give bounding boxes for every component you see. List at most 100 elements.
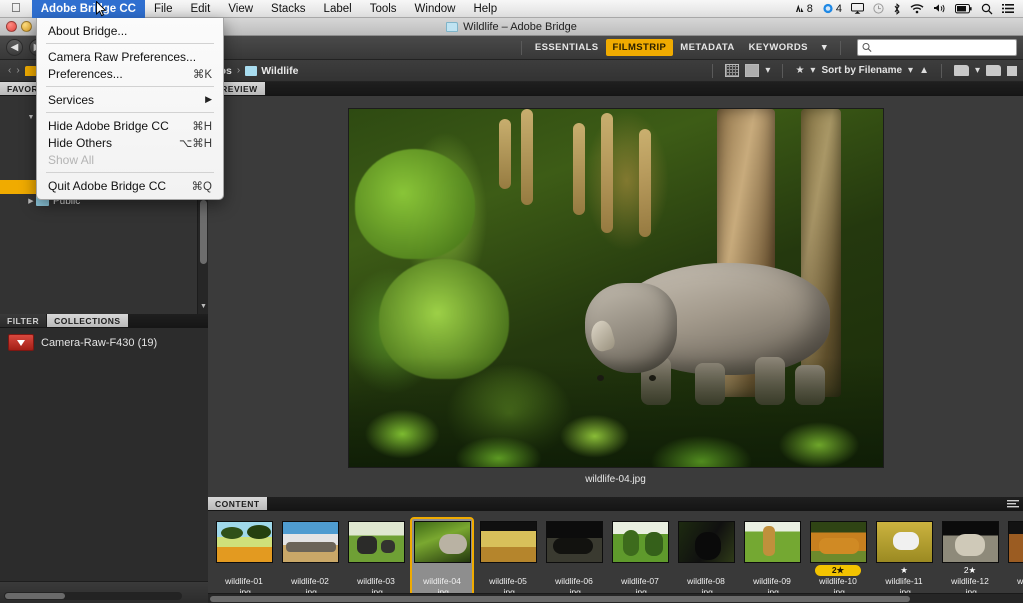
star-chevron-down-icon[interactable]: ▾: [810, 65, 815, 76]
menu-item-preferences[interactable]: Preferences... ⌘K: [37, 65, 223, 82]
menu-item-shortcut: ⌥⌘H: [178, 137, 212, 150]
thumbnail-wildlife-05[interactable]: wildlife-05 .jpg: [476, 517, 540, 593]
menu-item-hide-adobe-bridge-cc[interactable]: Hide Adobe Bridge CC ⌘H: [37, 117, 223, 134]
rhino-horn: [586, 318, 617, 354]
menu-stacks[interactable]: Stacks: [262, 0, 315, 18]
chevron-down-icon[interactable]: ▾: [815, 39, 834, 56]
preview-stage: wildlife-04.jpg: [208, 96, 1023, 497]
detail-view-icon[interactable]: [745, 64, 760, 77]
menu-separator: [46, 112, 214, 113]
panel-toggle-icon[interactable]: [1007, 65, 1017, 76]
rating-badge[interactable]: 2★: [964, 565, 976, 576]
thumbnail-wildlife-06[interactable]: wildlife-06 .jpg: [542, 517, 606, 593]
workspace-filmstrip[interactable]: FILMSTRIP: [605, 39, 674, 56]
new-folder-icon[interactable]: [986, 65, 1001, 76]
adobe-creative-cloud-icon[interactable]: 8: [794, 3, 813, 15]
breadcrumb-back-icon[interactable]: ‹: [8, 65, 11, 76]
workspace-divider: [520, 40, 522, 55]
wifi-icon[interactable]: [910, 3, 924, 14]
dropbox-icon[interactable]: 4: [822, 3, 842, 15]
thumbnail-name: wildlife-06: [555, 576, 593, 586]
thumbnail-wildlife-13[interactable]: ★ wildlife-13 .jpg: [1004, 517, 1023, 593]
menu-item-hide-others[interactable]: Hide Others ⌥⌘H: [37, 134, 223, 151]
thumbnail-wildlife-12[interactable]: 2★ wildlife-12 .jpg: [938, 517, 1002, 593]
thumbnail-wildlife-08[interactable]: wildlife-08 .jpg: [674, 517, 738, 593]
menu-window[interactable]: Window: [406, 0, 465, 18]
scrollbar-thumb[interactable]: [5, 593, 65, 599]
sort-label[interactable]: Sort by Filename: [821, 65, 902, 76]
close-button[interactable]: [6, 21, 17, 32]
menu-item-quit-adobe-bridge-cc[interactable]: Quit Adobe Bridge CC ⌘Q: [37, 177, 223, 194]
thumbnail-strip[interactable]: wildlife-01 .jpg wildlife-02 .jpg wildli…: [208, 511, 1023, 593]
scroll-down-icon[interactable]: ▼: [199, 303, 208, 312]
scrollbar-thumb[interactable]: [200, 200, 207, 264]
menu-item-services[interactable]: Services ▶: [37, 91, 223, 108]
menu-tools[interactable]: Tools: [361, 0, 406, 18]
menu-item-camera-raw-preferences[interactable]: Camera Raw Preferences...: [37, 48, 223, 65]
time-machine-icon[interactable]: [873, 3, 884, 14]
system-tray: 8 4: [794, 3, 1023, 15]
search-input[interactable]: [875, 42, 1012, 53]
spotlight-search-icon[interactable]: [981, 3, 993, 15]
airplay-icon[interactable]: [851, 3, 864, 14]
thumbnail-wildlife-03[interactable]: wildlife-03 .jpg: [344, 517, 408, 593]
back-arrow-icon[interactable]: ◀: [6, 39, 23, 56]
star-filter-icon[interactable]: ★: [795, 65, 804, 76]
open-folder-icon[interactable]: [953, 65, 969, 76]
preview-panel: PREVIEW wildlife-04.jpg: [208, 82, 1023, 497]
rating-badge[interactable]: 2★: [815, 565, 861, 576]
thumbnail-name: wildlife-13: [1017, 576, 1023, 586]
thumbnail-grid-icon[interactable]: [725, 64, 740, 77]
menu-edit[interactable]: Edit: [181, 0, 219, 18]
thumbnail-image: [215, 521, 273, 563]
thumbnail-wildlife-09[interactable]: wildlife-09 .jpg: [740, 517, 804, 593]
thumbnail-image: [479, 521, 537, 563]
twisty-icon[interactable]: ▼: [26, 114, 36, 121]
thumbnail-wildlife-10[interactable]: 2★ wildlife-10 .jpg: [806, 517, 870, 593]
menu-item-about-bridge[interactable]: About Bridge...: [37, 22, 223, 39]
menu-label[interactable]: Label: [315, 0, 361, 18]
workspace-metadata[interactable]: METADATA: [673, 39, 741, 56]
scrollbar-thumb[interactable]: [210, 596, 910, 602]
thumbnail-wildlife-07[interactable]: wildlife-07 .jpg: [608, 517, 672, 593]
panel-menu-icon[interactable]: [1007, 500, 1019, 508]
tools-divider-3: [940, 63, 942, 78]
thumbnail-wildlife-01[interactable]: wildlife-01 .jpg: [212, 517, 276, 593]
rating-badge[interactable]: ★: [900, 565, 908, 576]
apple-logo-icon[interactable]: : [0, 1, 32, 14]
menu-view[interactable]: View: [219, 0, 262, 18]
menu-item-label: Quit Adobe Bridge CC: [48, 178, 167, 193]
ascending-arrow-icon[interactable]: ▲: [919, 65, 929, 76]
menu-item-label: Hide Adobe Bridge CC: [48, 118, 169, 133]
path-bar-tools: ▾ ★ ▾ Sort by Filename ▾ ▲ ▾: [706, 63, 1023, 78]
twisty-icon[interactable]: ▶: [26, 197, 36, 205]
menu-adobe-bridge-cc[interactable]: Adobe Bridge CC: [31, 0, 145, 18]
breadcrumb-item-wildlife[interactable]: Wildlife: [245, 65, 298, 77]
workspace-keywords[interactable]: KEYWORDS: [742, 39, 815, 56]
menu-help[interactable]: Help: [464, 0, 506, 18]
tab-filter[interactable]: FILTER: [0, 314, 48, 327]
content-horizontal-scrollbar[interactable]: [208, 593, 1023, 603]
workspace-essentials[interactable]: ESSENTIALS: [528, 39, 606, 56]
sort-chevron-down-icon[interactable]: ▾: [908, 65, 913, 76]
collection-item-camera-raw[interactable]: Camera-Raw-F430 (19): [0, 328, 208, 357]
tab-collections[interactable]: COLLECTIONS: [47, 314, 129, 327]
search-input-wrapper[interactable]: [857, 39, 1017, 56]
minimize-button[interactable]: [21, 21, 32, 32]
thumbnail-wildlife-04[interactable]: wildlife-04 .jpg: [410, 517, 474, 593]
thumbnail-wildlife-02[interactable]: wildlife-02 .jpg: [278, 517, 342, 593]
thumbnail-wildlife-11[interactable]: ★ wildlife-11 .jpg: [872, 517, 936, 593]
notification-center-icon[interactable]: [1002, 3, 1014, 14]
left-horizontal-scrollbar[interactable]: [4, 592, 182, 600]
view-chevron-down-icon[interactable]: ▾: [765, 65, 770, 76]
preview-image[interactable]: [347, 108, 884, 468]
folder-chevron-down-icon[interactable]: ▾: [975, 65, 980, 76]
menu-file[interactable]: File: [145, 0, 182, 18]
battery-icon[interactable]: [955, 3, 972, 14]
tab-content[interactable]: CONTENT: [208, 497, 268, 510]
search-icon: [862, 42, 872, 52]
menu-item-shortcut: ⌘H: [192, 120, 212, 133]
volume-icon[interactable]: [933, 3, 946, 14]
bluetooth-icon[interactable]: [893, 2, 901, 15]
breadcrumb-forward-icon[interactable]: ›: [16, 65, 19, 76]
